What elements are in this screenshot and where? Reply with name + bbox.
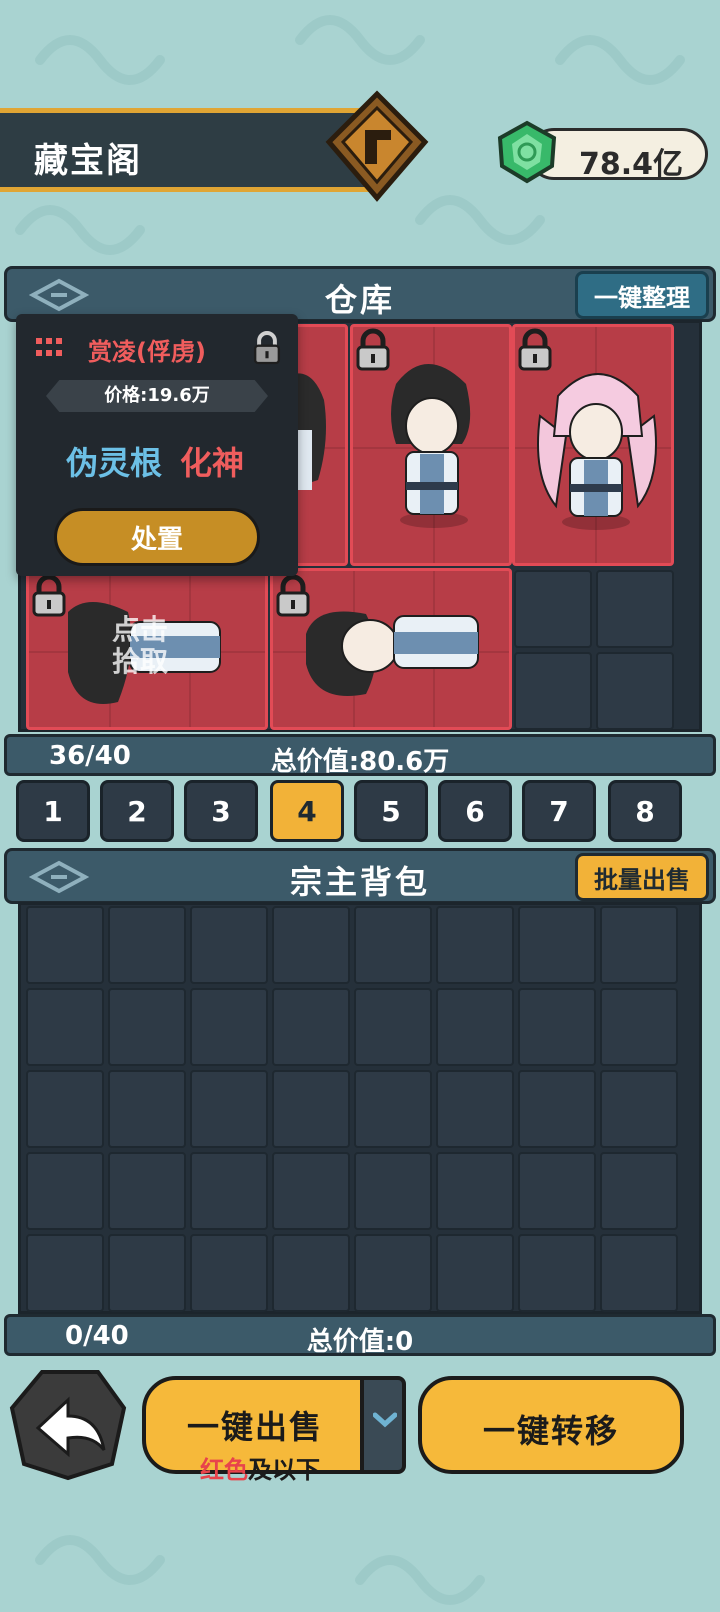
empty-slot[interactable] <box>596 652 674 730</box>
backpack-slot[interactable] <box>190 906 268 984</box>
transfer-all-button[interactable]: 一键转移 <box>418 1376 684 1474</box>
bulk-sell-button[interactable]: 批量出售 <box>575 853 709 901</box>
backpack-slot[interactable] <box>600 1234 678 1312</box>
empty-slot[interactable] <box>514 570 592 648</box>
treasure-emblem-icon <box>325 90 429 202</box>
page-tab-2[interactable]: 2 <box>100 780 174 842</box>
backpack-slot[interactable] <box>354 1234 432 1312</box>
backpack-slot[interactable] <box>272 988 350 1066</box>
pick-up-hint: 点击 拾取 <box>112 614 168 678</box>
disciple-character <box>391 364 471 528</box>
backpack-slot[interactable] <box>600 988 678 1066</box>
dispose-button[interactable]: 处置 <box>54 508 260 566</box>
currency-amount: 78.4亿 <box>578 147 683 182</box>
sell-filter-label: 红色及以下 <box>200 1450 320 1485</box>
backpack-slot[interactable] <box>108 988 186 1066</box>
captive-name: 赏凌(俘虏) <box>88 338 206 366</box>
spirit-root-label: 伪灵根 <box>66 444 163 482</box>
backpack-slot[interactable] <box>190 1152 268 1230</box>
backpack-slot[interactable] <box>518 1234 596 1312</box>
backpack-slot[interactable] <box>26 906 104 984</box>
warehouse-footer: 36/40 总价值:80.6万 <box>4 734 716 777</box>
page-tab-6[interactable]: 6 <box>438 780 512 842</box>
backpack-slot[interactable] <box>108 906 186 984</box>
empty-slot[interactable] <box>514 652 592 730</box>
spirit-stone-icon <box>497 120 557 184</box>
backpack-slot[interactable] <box>108 1070 186 1148</box>
disciple-character <box>306 611 479 696</box>
backpack-slot[interactable] <box>518 906 596 984</box>
captive-price: 价格:19.6万 <box>46 380 268 412</box>
warehouse-total-value: 总价值:80.6万 <box>270 747 450 777</box>
sell-filter-rest: 及以下 <box>248 1456 320 1484</box>
page-tab-3[interactable]: 3 <box>184 780 258 842</box>
backpack-slot[interactable] <box>108 1152 186 1230</box>
pick-hint-line1: 点击 <box>112 613 169 646</box>
grid-dots-icon <box>36 338 62 356</box>
backpack-header: 宗主背包 批量出售 <box>4 848 716 904</box>
empty-slot[interactable] <box>596 570 674 648</box>
sell-filter-dropdown[interactable] <box>360 1376 406 1474</box>
backpack-slot[interactable] <box>190 988 268 1066</box>
backpack-slot[interactable] <box>272 1070 350 1148</box>
backpack-slot[interactable] <box>26 1152 104 1230</box>
page-tab-5[interactable]: 5 <box>354 780 428 842</box>
backpack-slot[interactable] <box>436 1070 514 1148</box>
backpack-slot[interactable] <box>518 988 596 1066</box>
backpack-slot[interactable] <box>354 988 432 1066</box>
sell-filter-color: 红色 <box>200 1456 248 1484</box>
backpack-slot[interactable] <box>354 1152 432 1230</box>
backpack-slot[interactable] <box>354 1070 432 1148</box>
backpack-slot[interactable] <box>26 1070 104 1148</box>
backpack-slot[interactable] <box>190 1234 268 1312</box>
back-button[interactable] <box>8 1368 128 1482</box>
organize-button[interactable]: 一键整理 <box>575 271 709 319</box>
lock-icon[interactable] <box>252 330 282 366</box>
backpack-slot[interactable] <box>518 1152 596 1230</box>
backpack-slot[interactable] <box>108 1234 186 1312</box>
item-detail-popup: 赏凌(俘虏) 价格:19.6万 伪灵根 化神 处置 <box>16 314 298 576</box>
backpack-slot[interactable] <box>436 906 514 984</box>
backpack-slot[interactable] <box>272 906 350 984</box>
backpack-total-value: 总价值:0 <box>306 1327 414 1357</box>
backpack-slot[interactable] <box>26 1234 104 1312</box>
page-tab-4[interactable]: 4 <box>270 780 344 842</box>
cultivation-realm-label: 化神 <box>180 444 245 482</box>
disciple-character <box>537 373 657 530</box>
backpack-slot[interactable] <box>272 1152 350 1230</box>
title-banner: 藏宝阁 <box>0 108 375 192</box>
backpack-slot[interactable] <box>436 1234 514 1312</box>
backpack-slot[interactable] <box>354 906 432 984</box>
chevron-down-icon <box>373 1412 397 1428</box>
backpack-slot[interactable] <box>26 988 104 1066</box>
page-title: 藏宝阁 <box>34 141 142 181</box>
backpack-slot[interactable] <box>190 1070 268 1148</box>
backpack-slot[interactable] <box>272 1234 350 1312</box>
backpack-slot[interactable] <box>600 1070 678 1148</box>
page-tab-1[interactable]: 1 <box>16 780 90 842</box>
pick-hint-line2: 拾取 <box>112 645 169 678</box>
backpack-slot[interactable] <box>518 1070 596 1148</box>
backpack-slot[interactable] <box>600 906 678 984</box>
backpack-slot[interactable] <box>436 988 514 1066</box>
page-tab-7[interactable]: 7 <box>522 780 596 842</box>
backpack-slot[interactable] <box>600 1152 678 1230</box>
sell-all-label: 一键出售 <box>186 1408 323 1446</box>
backpack-footer: 0/40 总价值:0 <box>4 1314 716 1357</box>
page-tab-8[interactable]: 8 <box>608 780 682 842</box>
transfer-all-label: 一键转移 <box>482 1412 619 1450</box>
backpack-slot[interactable] <box>436 1152 514 1230</box>
